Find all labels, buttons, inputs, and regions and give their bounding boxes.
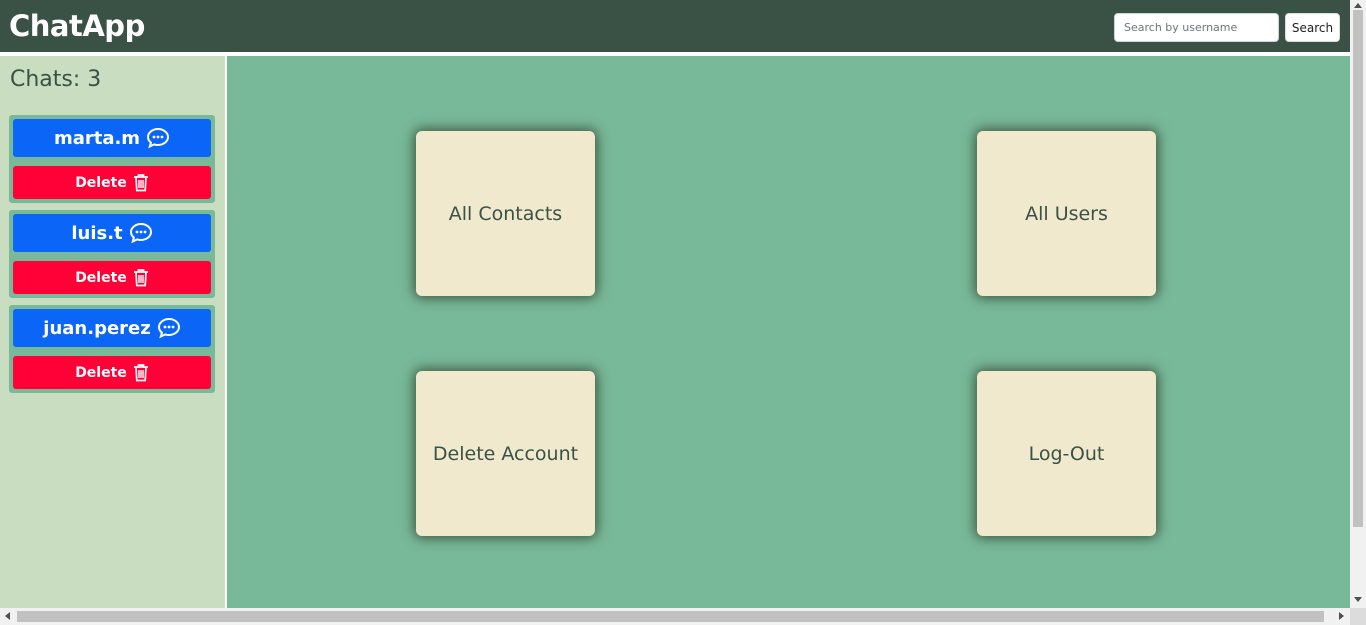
delete-label: Delete <box>75 174 127 191</box>
scroll-right-arrow-icon[interactable] <box>1339 612 1344 620</box>
chat-bubble-icon <box>157 317 180 339</box>
search-input[interactable] <box>1114 13 1279 42</box>
chat-username: juan.perez <box>43 317 151 339</box>
all-users-tile[interactable]: All Users <box>977 131 1156 296</box>
delete-chat-button-luis[interactable]: Delete <box>13 261 211 294</box>
chat-card: juan.perez Delete <box>9 305 215 393</box>
app-brand[interactable]: ChatApp <box>9 8 145 44</box>
chat-card: marta.m Delete <box>9 115 215 203</box>
main-panel: All Contacts All Users Delete Account Lo… <box>227 56 1350 608</box>
chat-bubble-icon <box>147 127 170 149</box>
chat-count: Chats: 3 <box>10 67 102 92</box>
trash-icon <box>133 174 148 192</box>
chat-username: luis.t <box>71 222 123 244</box>
chat-button-luis[interactable]: luis.t <box>13 214 211 252</box>
horizontal-scroll-thumb[interactable] <box>17 611 1324 622</box>
scroll-left-arrow-icon[interactable] <box>5 612 10 620</box>
delete-label: Delete <box>75 269 127 286</box>
chat-button-juan[interactable]: juan.perez <box>13 309 211 347</box>
horizontal-scrollbar[interactable] <box>0 608 1350 625</box>
scroll-up-arrow-icon[interactable] <box>1354 3 1362 8</box>
vertical-scroll-thumb[interactable] <box>1353 10 1363 527</box>
all-contacts-tile[interactable]: All Contacts <box>416 131 595 296</box>
delete-chat-button-marta[interactable]: Delete <box>13 166 211 199</box>
search-button[interactable]: Search <box>1285 13 1340 42</box>
delete-chat-button-juan[interactable]: Delete <box>13 356 211 389</box>
chat-username: marta.m <box>53 127 141 149</box>
chat-button-marta[interactable]: marta.m <box>13 119 211 157</box>
trash-icon <box>133 269 148 287</box>
scrollbar-corner <box>1350 608 1366 625</box>
log-out-tile[interactable]: Log-Out <box>977 371 1156 536</box>
delete-label: Delete <box>75 364 127 381</box>
scroll-down-arrow-icon[interactable] <box>1354 597 1362 602</box>
chats-sidebar: Chats: 3 marta.m Delete luis.t Delete ju… <box>0 56 227 608</box>
delete-account-tile[interactable]: Delete Account <box>416 371 595 536</box>
chat-bubble-icon <box>129 222 152 244</box>
vertical-scrollbar[interactable] <box>1350 0 1366 608</box>
top-navbar: ChatApp Search <box>0 0 1350 54</box>
trash-icon <box>133 364 148 382</box>
chat-card: luis.t Delete <box>9 210 215 298</box>
